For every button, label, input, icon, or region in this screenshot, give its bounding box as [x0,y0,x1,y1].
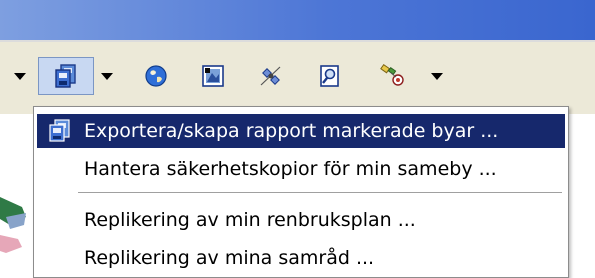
menu-item-replicate-consultations[interactable]: Replikering av mina samråd ... [37,241,565,275]
menu-item-label: Hantera säkerhetskopior för min sameby .… [84,158,497,180]
export-report-icon [53,63,79,89]
map-feature [0,197,26,253]
dropdown-menu: Exportera/skapa rapport markerade byar .… [33,106,569,278]
export-report-icon [47,119,73,147]
menu-item-export-report[interactable]: Exportera/skapa rapport markerade byar .… [37,114,565,148]
satellite-tool-icon[interactable] [253,60,289,92]
menu-item-label: Replikering av min renbruksplan ... [84,209,416,231]
export-report-button[interactable] [38,57,94,95]
dropdown-arrow-icon[interactable] [96,64,118,90]
globe-icon[interactable] [138,60,174,92]
menu-item-replicate-plan[interactable]: Replikering av min renbruksplan ... [37,203,565,237]
dropdown-arrow-icon[interactable] [426,64,448,90]
window-title-bar [0,0,595,40]
gps-satellite-icon[interactable] [373,60,413,92]
toolbar [0,42,595,114]
menu-item-manage-backups[interactable]: Hantera säkerhetskopior för min sameby .… [37,152,565,186]
map-image-icon[interactable] [195,60,231,92]
zoom-page-icon[interactable] [312,60,348,92]
dropdown-arrow-icon[interactable] [10,64,30,90]
menu-item-label: Exportera/skapa rapport markerade byar .… [84,120,499,142]
menu-separator [78,192,562,194]
